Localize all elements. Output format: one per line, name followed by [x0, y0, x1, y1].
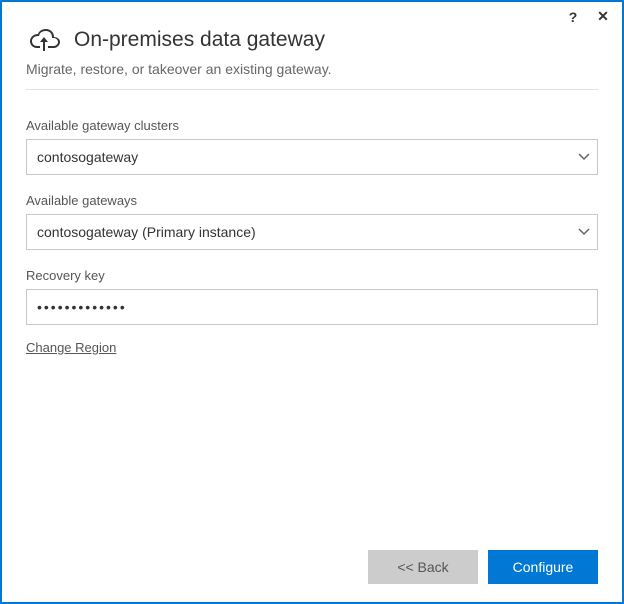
header: On-premises data gateway: [2, 25, 622, 61]
change-region-link[interactable]: Change Region: [26, 340, 116, 355]
footer: << Back Configure: [368, 550, 598, 584]
close-icon[interactable]: ✕: [594, 8, 612, 25]
divider: [26, 89, 598, 90]
clusters-label: Available gateway clusters: [26, 118, 598, 133]
recovery-key-input[interactable]: [26, 289, 598, 325]
titlebar: ? ✕: [2, 2, 622, 25]
back-button[interactable]: << Back: [368, 550, 478, 584]
recovery-label: Recovery key: [26, 268, 598, 283]
form: Available gateway clusters contosogatewa…: [2, 118, 622, 357]
configure-button[interactable]: Configure: [488, 550, 598, 584]
gateways-select-value[interactable]: contosogateway (Primary instance): [26, 214, 598, 250]
clusters-select[interactable]: contosogateway: [26, 139, 598, 175]
gateways-select[interactable]: contosogateway (Primary instance): [26, 214, 598, 250]
gateways-label: Available gateways: [26, 193, 598, 208]
clusters-select-value[interactable]: contosogateway: [26, 139, 598, 175]
cloud-upload-icon: [26, 25, 62, 55]
page-title: On-premises data gateway: [74, 28, 325, 52]
page-subtitle: Migrate, restore, or takeover an existin…: [2, 61, 622, 89]
help-icon[interactable]: ?: [564, 9, 582, 25]
